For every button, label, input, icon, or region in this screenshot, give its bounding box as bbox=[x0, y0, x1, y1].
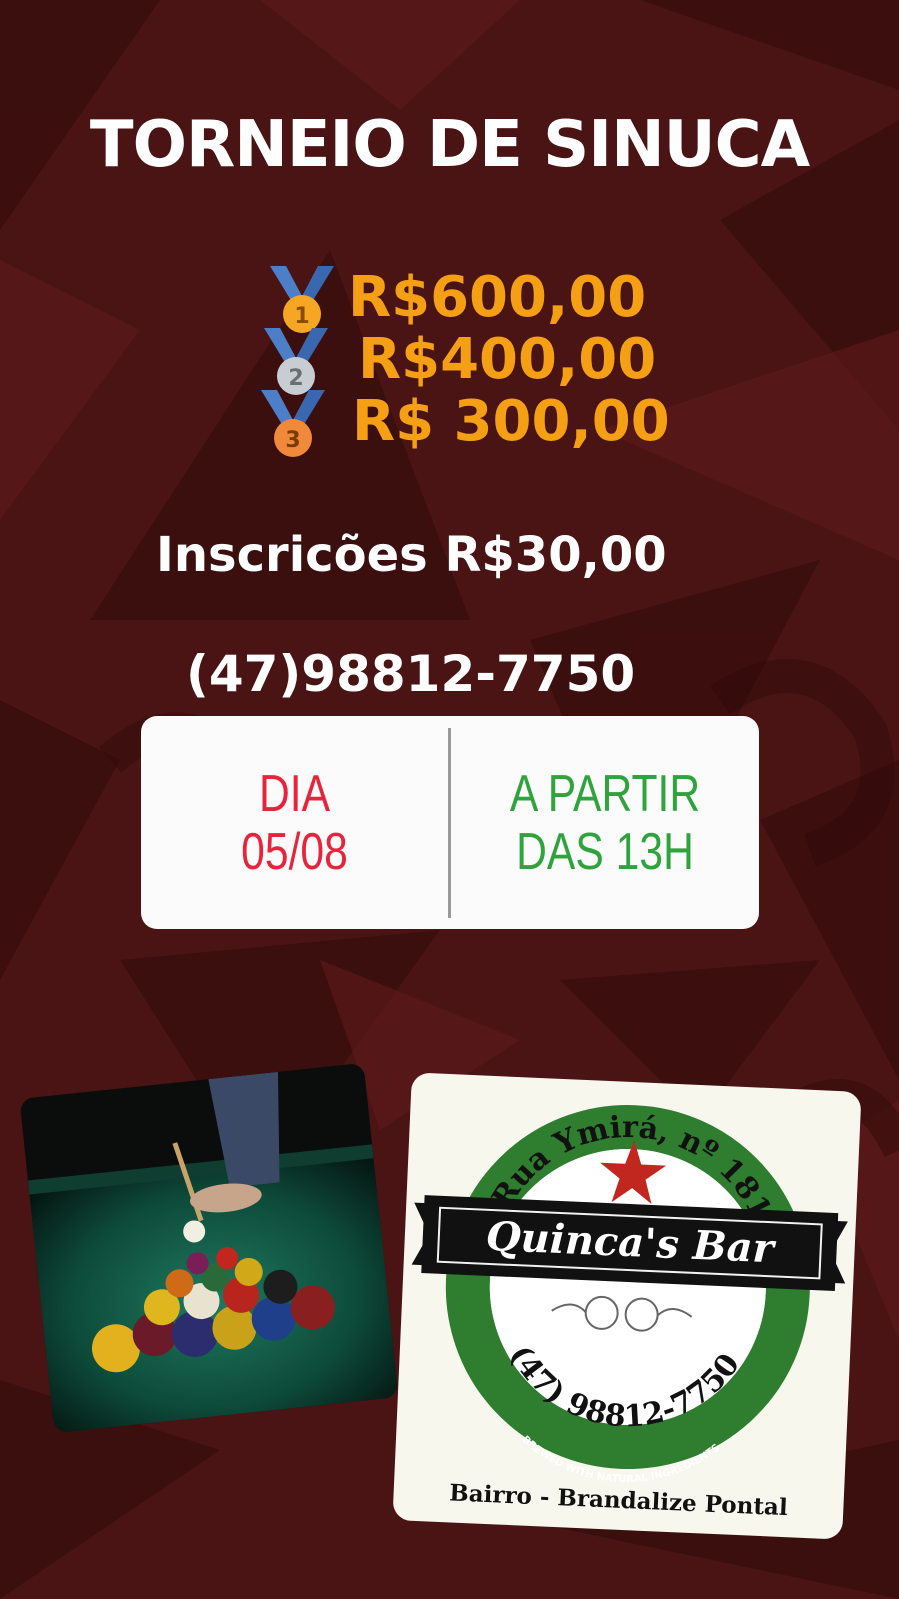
event-date: 05/08 bbox=[241, 822, 348, 881]
date-block: DIA 05/08 bbox=[169, 716, 421, 929]
page-title: TORNEIO DE SINUCA bbox=[89, 108, 810, 182]
schedule-card: DIA 05/08 A PARTIR DAS 13H bbox=[141, 716, 759, 929]
medal-bronze-icon: 3 bbox=[261, 390, 325, 457]
prize-second-value: R$400,00 bbox=[358, 327, 657, 392]
time-block: A PARTIR DAS 13H bbox=[479, 716, 732, 929]
day-label: DIA bbox=[258, 764, 331, 823]
prize-third-value: R$ 300,00 bbox=[352, 389, 670, 454]
registration-fee: Inscricões R$30,00 bbox=[156, 527, 667, 583]
card-divider bbox=[448, 728, 451, 918]
bar-logo: Rua Ymirá, nº 181 (47) 98812-7750 BREWED… bbox=[392, 1072, 862, 1540]
svg-text:3: 3 bbox=[285, 428, 300, 453]
pool-table-photo bbox=[19, 1062, 399, 1434]
time-line-1: A PARTIR bbox=[509, 764, 701, 823]
time-line-2: DAS 13H bbox=[516, 822, 694, 881]
contact-phone: (47)98812-7750 bbox=[186, 645, 636, 703]
prize-first-value: R$600,00 bbox=[348, 265, 647, 330]
